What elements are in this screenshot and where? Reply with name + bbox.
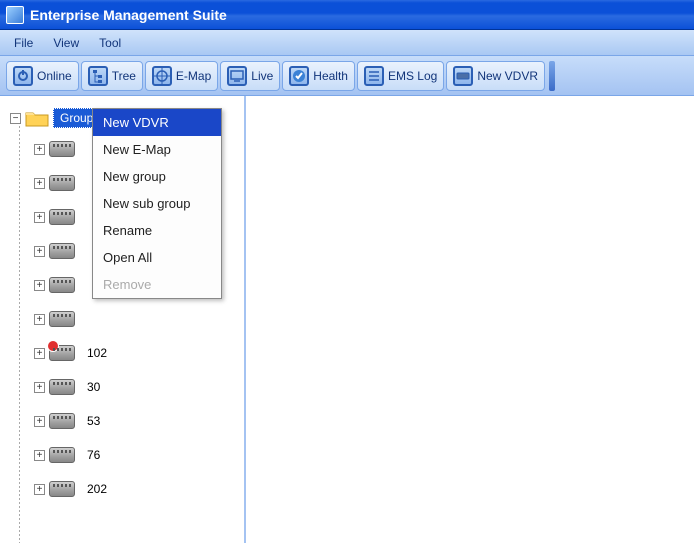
expand-icon[interactable]: + [34,212,45,223]
log-icon [364,66,384,86]
toolbar: Online Tree E-Map Live Health EMS Log [0,56,694,96]
title-bar: Enterprise Management Suite [0,0,694,30]
dvr-icon [453,66,473,86]
dvr-icon [49,413,75,429]
toolbar-label: E-Map [176,69,211,83]
expand-icon[interactable]: + [34,280,45,291]
app-title: Enterprise Management Suite [30,7,227,23]
collapse-icon[interactable]: − [10,113,21,124]
dvr-icon [49,481,75,497]
expand-icon[interactable]: + [34,484,45,495]
expand-icon[interactable]: + [34,382,45,393]
expand-icon[interactable]: + [34,450,45,461]
dvr-icon [49,175,75,191]
expand-icon[interactable]: + [34,348,45,359]
folder-icon [25,109,49,127]
ctx-remove: Remove [93,271,221,298]
menu-item-tool[interactable]: Tool [89,32,131,54]
context-menu: New VDVR New E-Map New group New sub gro… [92,108,222,299]
tree-item-label[interactable]: 30 [81,378,106,396]
tree-item-label[interactable]: 202 [81,480,113,498]
toolbar-label: Health [313,69,348,83]
expand-icon[interactable]: + [34,144,45,155]
ctx-open-all[interactable]: Open All [93,244,221,271]
dvr-icon [49,447,75,463]
menu-bar: File View Tool [0,30,694,56]
live-button[interactable]: Live [220,61,280,91]
dvr-icon [49,209,75,225]
dvr-icon [49,311,75,327]
tree-item-label[interactable] [81,317,93,321]
tree-item[interactable]: +102 [10,336,242,370]
toolbar-label: Tree [112,69,136,83]
dvr-alert-icon [49,345,75,361]
tree-icon [88,66,108,86]
tree-item[interactable]: +76 [10,438,242,472]
health-button[interactable]: Health [282,61,355,91]
dvr-icon [49,277,75,293]
ctx-new-vdvr[interactable]: New VDVR [93,109,221,136]
expand-icon[interactable]: + [34,178,45,189]
emap-button[interactable]: E-Map [145,61,218,91]
power-icon [13,66,33,86]
tree-item-label[interactable]: 102 [81,344,113,362]
monitor-icon [227,66,247,86]
app-icon [6,6,24,24]
dvr-icon [49,141,75,157]
toolbar-separator [549,61,555,91]
tree-item[interactable]: +202 [10,472,242,506]
online-button[interactable]: Online [6,61,79,91]
newvdvr-button[interactable]: New VDVR [446,61,545,91]
expand-icon[interactable]: + [34,246,45,257]
check-icon [289,66,309,86]
ctx-new-group[interactable]: New group [93,163,221,190]
expand-icon[interactable]: + [34,416,45,427]
toolbar-label: Live [251,69,273,83]
target-icon [152,66,172,86]
dvr-icon [49,243,75,259]
toolbar-label: New VDVR [477,69,538,83]
tree-item-label[interactable]: 53 [81,412,106,430]
expand-icon[interactable]: + [34,314,45,325]
tree-item[interactable]: + [10,302,242,336]
toolbar-label: Online [37,69,72,83]
ctx-new-sub-group[interactable]: New sub group [93,190,221,217]
tree-item-label[interactable]: 76 [81,446,106,464]
tree-panel: − Group +++++++102+30+53+76+202 New VDVR… [0,96,246,543]
tree-button[interactable]: Tree [81,61,143,91]
menu-item-file[interactable]: File [4,32,43,54]
content-panel [246,96,694,543]
dvr-icon [49,379,75,395]
tree-item[interactable]: +53 [10,404,242,438]
toolbar-label: EMS Log [388,69,437,83]
menu-item-view[interactable]: View [43,32,89,54]
ctx-rename[interactable]: Rename [93,217,221,244]
tree-item[interactable]: +30 [10,370,242,404]
ctx-new-emap[interactable]: New E-Map [93,136,221,163]
emslog-button[interactable]: EMS Log [357,61,444,91]
